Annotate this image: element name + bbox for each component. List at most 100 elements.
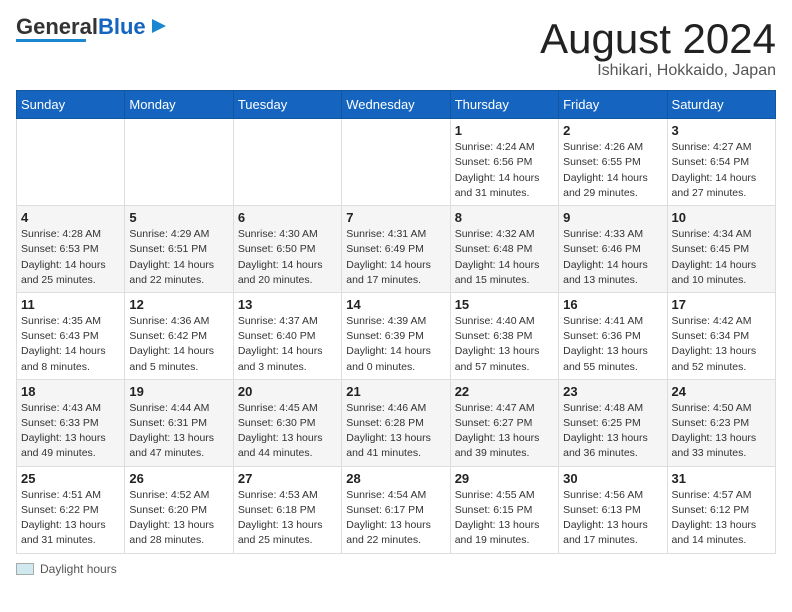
calendar-cell: 17 Sunrise: 4:42 AM Sunset: 6:34 PM Dayli… bbox=[667, 292, 775, 379]
calendar-week-row: 18 Sunrise: 4:43 AM Sunset: 6:33 PM Dayli… bbox=[17, 379, 776, 466]
calendar-cell: 9 Sunrise: 4:33 AM Sunset: 6:46 PM Daylig… bbox=[559, 206, 667, 293]
day-number: 5 bbox=[129, 210, 228, 225]
calendar-cell: 7Sunrise: 4:31 AM Sunset: 6:49 PM Daylig… bbox=[342, 206, 450, 293]
day-number: 17 bbox=[672, 297, 771, 312]
calendar-cell: 22Sunrise: 4:47 AM Sunset: 6:27 PM Dayli… bbox=[450, 379, 558, 466]
calendar-cell: 20 Sunrise: 4:45 AM Sunset: 6:30 PM Dayli… bbox=[233, 379, 341, 466]
cell-info: Sunrise: 4:56 AM Sunset: 6:13 PM Dayligh… bbox=[563, 488, 662, 549]
calendar-cell: 27Sunrise: 4:53 AM Sunset: 6:18 PM Dayli… bbox=[233, 466, 341, 553]
calendar-header-row: SundayMondayTuesdayWednesdayThursdayFrid… bbox=[17, 91, 776, 119]
calendar-week-row: 1Sunrise: 4:24 AM Sunset: 6:56 PM Daylig… bbox=[17, 119, 776, 206]
cell-info: Sunrise: 4:46 AM Sunset: 6:28 PM Dayligh… bbox=[346, 401, 445, 462]
calendar-week-row: 11Sunrise: 4:35 AM Sunset: 6:43 PM Dayli… bbox=[17, 292, 776, 379]
calendar-cell: 26 Sunrise: 4:52 AM Sunset: 6:20 PM Dayli… bbox=[125, 466, 233, 553]
cell-info: Sunrise: 4:34 AM Sunset: 6:45 PM Dayligh… bbox=[672, 227, 771, 288]
calendar-week-row: 4 Sunrise: 4:28 AM Sunset: 6:53 PM Daylig… bbox=[17, 206, 776, 293]
cell-info: Sunrise: 4:26 AM Sunset: 6:55 PM Dayligh… bbox=[563, 140, 662, 201]
cell-info: Sunrise: 4:52 AM Sunset: 6:20 PM Dayligh… bbox=[129, 488, 228, 549]
calendar-cell: 8 Sunrise: 4:32 AM Sunset: 6:48 PM Daylig… bbox=[450, 206, 558, 293]
cell-info: Sunrise: 4:27 AM Sunset: 6:54 PM Dayligh… bbox=[672, 140, 771, 201]
logo-underline bbox=[16, 39, 86, 42]
day-number: 13 bbox=[238, 297, 337, 312]
cell-info: Sunrise: 4:40 AM Sunset: 6:38 PM Dayligh… bbox=[455, 314, 554, 375]
cell-info: Sunrise: 4:47 AM Sunset: 6:27 PM Dayligh… bbox=[455, 401, 554, 462]
calendar-cell: 31 Sunrise: 4:57 AM Sunset: 6:12 PM Dayli… bbox=[667, 466, 775, 553]
legend: Daylight hours bbox=[16, 562, 776, 576]
legend-color-box bbox=[16, 563, 34, 575]
day-number: 9 bbox=[563, 210, 662, 225]
calendar-cell: 14Sunrise: 4:39 AM Sunset: 6:39 PM Dayli… bbox=[342, 292, 450, 379]
cell-info: Sunrise: 4:37 AM Sunset: 6:40 PM Dayligh… bbox=[238, 314, 337, 375]
logo-general: General bbox=[16, 14, 98, 39]
cell-info: Sunrise: 4:57 AM Sunset: 6:12 PM Dayligh… bbox=[672, 488, 771, 549]
calendar-weekday-header: Monday bbox=[125, 91, 233, 119]
calendar-cell: 12 Sunrise: 4:36 AM Sunset: 6:42 PM Dayli… bbox=[125, 292, 233, 379]
cell-info: Sunrise: 4:28 AM Sunset: 6:53 PM Dayligh… bbox=[21, 227, 120, 288]
day-number: 3 bbox=[672, 123, 771, 138]
calendar-cell: 6Sunrise: 4:30 AM Sunset: 6:50 PM Daylig… bbox=[233, 206, 341, 293]
day-number: 19 bbox=[129, 384, 228, 399]
calendar-cell: 21Sunrise: 4:46 AM Sunset: 6:28 PM Dayli… bbox=[342, 379, 450, 466]
cell-info: Sunrise: 4:43 AM Sunset: 6:33 PM Dayligh… bbox=[21, 401, 120, 462]
cell-info: Sunrise: 4:39 AM Sunset: 6:39 PM Dayligh… bbox=[346, 314, 445, 375]
calendar-cell bbox=[233, 119, 341, 206]
location: Ishikari, Hokkaido, Japan bbox=[540, 62, 776, 80]
day-number: 11 bbox=[21, 297, 120, 312]
day-number: 18 bbox=[21, 384, 120, 399]
calendar-cell: 19 Sunrise: 4:44 AM Sunset: 6:31 PM Dayli… bbox=[125, 379, 233, 466]
cell-info: Sunrise: 4:24 AM Sunset: 6:56 PM Dayligh… bbox=[455, 140, 554, 201]
calendar-weekday-header: Tuesday bbox=[233, 91, 341, 119]
day-number: 30 bbox=[563, 471, 662, 486]
logo-arrow-icon bbox=[148, 15, 170, 37]
day-number: 20 bbox=[238, 384, 337, 399]
title-block: August 2024 Ishikari, Hokkaido, Japan bbox=[540, 16, 776, 80]
day-number: 4 bbox=[21, 210, 120, 225]
day-number: 27 bbox=[238, 471, 337, 486]
day-number: 24 bbox=[672, 384, 771, 399]
calendar-cell: 16Sunrise: 4:41 AM Sunset: 6:36 PM Dayli… bbox=[559, 292, 667, 379]
cell-info: Sunrise: 4:45 AM Sunset: 6:30 PM Dayligh… bbox=[238, 401, 337, 462]
day-number: 15 bbox=[455, 297, 554, 312]
month-title: August 2024 bbox=[540, 16, 776, 62]
calendar-cell: 13 Sunrise: 4:37 AM Sunset: 6:40 PM Dayli… bbox=[233, 292, 341, 379]
cell-info: Sunrise: 4:51 AM Sunset: 6:22 PM Dayligh… bbox=[21, 488, 120, 549]
calendar-cell: 18 Sunrise: 4:43 AM Sunset: 6:33 PM Dayli… bbox=[17, 379, 125, 466]
calendar-cell: 3 Sunrise: 4:27 AM Sunset: 6:54 PM Daylig… bbox=[667, 119, 775, 206]
cell-info: Sunrise: 4:44 AM Sunset: 6:31 PM Dayligh… bbox=[129, 401, 228, 462]
calendar-cell bbox=[342, 119, 450, 206]
calendar-week-row: 25 Sunrise: 4:51 AM Sunset: 6:22 PM Dayli… bbox=[17, 466, 776, 553]
day-number: 16 bbox=[563, 297, 662, 312]
legend-label: Daylight hours bbox=[40, 562, 117, 576]
calendar-table: SundayMondayTuesdayWednesdayThursdayFrid… bbox=[16, 90, 776, 553]
calendar-weekday-header: Saturday bbox=[667, 91, 775, 119]
logo: GeneralBlue bbox=[16, 16, 170, 42]
calendar-cell: 1Sunrise: 4:24 AM Sunset: 6:56 PM Daylig… bbox=[450, 119, 558, 206]
cell-info: Sunrise: 4:42 AM Sunset: 6:34 PM Dayligh… bbox=[672, 314, 771, 375]
cell-info: Sunrise: 4:55 AM Sunset: 6:15 PM Dayligh… bbox=[455, 488, 554, 549]
day-number: 31 bbox=[672, 471, 771, 486]
page-header: GeneralBlue August 2024 Ishikari, Hokkai… bbox=[16, 16, 776, 80]
cell-info: Sunrise: 4:33 AM Sunset: 6:46 PM Dayligh… bbox=[563, 227, 662, 288]
cell-info: Sunrise: 4:31 AM Sunset: 6:49 PM Dayligh… bbox=[346, 227, 445, 288]
calendar-weekday-header: Thursday bbox=[450, 91, 558, 119]
day-number: 28 bbox=[346, 471, 445, 486]
calendar-cell: 15 Sunrise: 4:40 AM Sunset: 6:38 PM Dayli… bbox=[450, 292, 558, 379]
calendar-cell: 5Sunrise: 4:29 AM Sunset: 6:51 PM Daylig… bbox=[125, 206, 233, 293]
calendar-cell: 11Sunrise: 4:35 AM Sunset: 6:43 PM Dayli… bbox=[17, 292, 125, 379]
calendar-cell: 24 Sunrise: 4:50 AM Sunset: 6:23 PM Dayli… bbox=[667, 379, 775, 466]
day-number: 8 bbox=[455, 210, 554, 225]
calendar-cell bbox=[17, 119, 125, 206]
day-number: 12 bbox=[129, 297, 228, 312]
cell-info: Sunrise: 4:30 AM Sunset: 6:50 PM Dayligh… bbox=[238, 227, 337, 288]
cell-info: Sunrise: 4:36 AM Sunset: 6:42 PM Dayligh… bbox=[129, 314, 228, 375]
calendar-cell: 10 Sunrise: 4:34 AM Sunset: 6:45 PM Dayli… bbox=[667, 206, 775, 293]
cell-info: Sunrise: 4:50 AM Sunset: 6:23 PM Dayligh… bbox=[672, 401, 771, 462]
calendar-weekday-header: Wednesday bbox=[342, 91, 450, 119]
day-number: 26 bbox=[129, 471, 228, 486]
day-number: 25 bbox=[21, 471, 120, 486]
calendar-weekday-header: Friday bbox=[559, 91, 667, 119]
cell-info: Sunrise: 4:32 AM Sunset: 6:48 PM Dayligh… bbox=[455, 227, 554, 288]
calendar-cell: 2Sunrise: 4:26 AM Sunset: 6:55 PM Daylig… bbox=[559, 119, 667, 206]
day-number: 10 bbox=[672, 210, 771, 225]
cell-info: Sunrise: 4:48 AM Sunset: 6:25 PM Dayligh… bbox=[563, 401, 662, 462]
